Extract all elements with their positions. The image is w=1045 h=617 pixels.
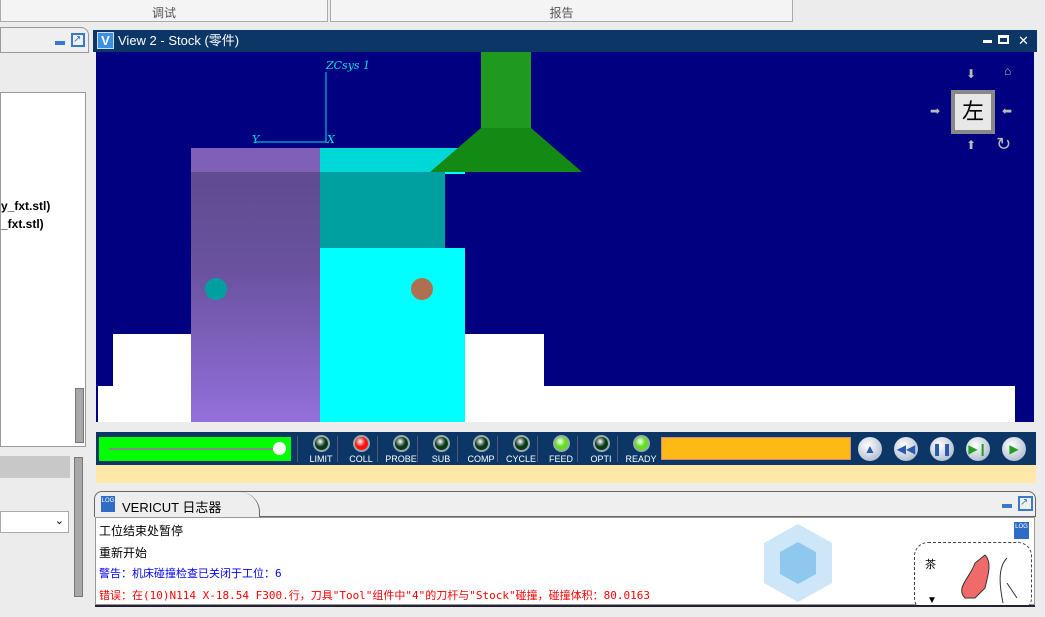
separator bbox=[497, 436, 498, 462]
indicator-light-icon bbox=[592, 435, 610, 452]
separator bbox=[537, 436, 538, 462]
arrow-up-icon[interactable]: ⬆ bbox=[966, 138, 976, 152]
indicator-opti: OPTI bbox=[581, 435, 621, 464]
separator bbox=[337, 436, 338, 462]
step-button[interactable]: ▶❙ bbox=[966, 437, 990, 461]
indicator-comp: COMP bbox=[461, 435, 501, 464]
indicator-sub: SUB bbox=[421, 435, 461, 464]
indicator-light-icon bbox=[552, 435, 570, 452]
indicator-light-icon bbox=[352, 435, 370, 452]
simulation-control-bar: LIMIT COLL PROBE SUB COMP CYCLE FEED OPTI READY … bbox=[96, 432, 1036, 465]
separator bbox=[457, 436, 458, 462]
indicator-label: READY bbox=[625, 454, 657, 464]
axis-label: ZCsys 1 bbox=[325, 59, 370, 72]
indicator-cycle: CYCLE bbox=[501, 435, 541, 464]
scrollbar[interactable] bbox=[75, 388, 84, 443]
separator bbox=[417, 436, 418, 462]
maximize-icon[interactable] bbox=[998, 35, 1009, 44]
home-icon[interactable]: ⌂ bbox=[1004, 64, 1011, 78]
tree-item[interactable]: y_fxt.stl) bbox=[1, 199, 50, 213]
log-line: 警告：机床碰撞检查已关闭于工位：6 bbox=[99, 567, 282, 580]
coordinate-system bbox=[256, 72, 327, 143]
indicator-light-icon bbox=[432, 435, 450, 452]
log-panel-header: LOG VERICUT 日志器 ↗ bbox=[94, 491, 1036, 517]
indicator-label: COMP bbox=[467, 454, 495, 464]
minimize-icon[interactable] bbox=[983, 40, 992, 43]
rotate-icon[interactable]: ↻ bbox=[996, 134, 1011, 155]
indicator-label: SUB bbox=[431, 454, 451, 464]
indicator-label: CYCLE bbox=[505, 454, 536, 464]
axis-y-label: Y bbox=[252, 133, 261, 146]
indicator-label: PROBE bbox=[385, 454, 417, 464]
slider-handle[interactable] bbox=[273, 442, 286, 455]
section-header bbox=[0, 456, 70, 478]
progress-bar bbox=[661, 437, 851, 460]
scrollbar[interactable] bbox=[74, 457, 83, 597]
view-titlebar: V View 2 - Stock (零件) ✕ bbox=[93, 30, 1037, 52]
tab-report[interactable]: 报告 bbox=[330, 0, 793, 22]
indicator-probe: PROBE bbox=[381, 435, 421, 464]
arrow-left-icon[interactable]: ⬅ bbox=[1002, 104, 1012, 118]
tree-item[interactable]: _fxt.stl) bbox=[1, 217, 44, 231]
cutting-tool bbox=[430, 52, 582, 172]
separator bbox=[617, 436, 618, 462]
svg-text:茶: 茶 bbox=[925, 558, 936, 571]
project-tree: y_fxt.stl) _fxt.stl) bbox=[0, 92, 86, 447]
indicator-feed: FEED bbox=[541, 435, 581, 464]
log-tab-label: VERICUT 日志器 bbox=[122, 500, 222, 515]
view-title: View 2 - Stock (零件) bbox=[118, 33, 240, 48]
separator bbox=[297, 436, 298, 462]
indicator-limit: LIMIT bbox=[301, 435, 341, 464]
indicator-label: LIMIT bbox=[309, 454, 333, 464]
left-panel-header: ↗ bbox=[0, 27, 89, 53]
float-icon[interactable]: ↗ bbox=[71, 33, 85, 47]
log-line: 错误：在(10)N114 X-18.54 F300.行，刀具"Tool"组件中"… bbox=[99, 588, 651, 602]
view-cube[interactable]: 左 bbox=[951, 90, 995, 134]
indicator-label: FEED bbox=[548, 454, 573, 464]
arrow-down-icon[interactable]: ⬇ bbox=[966, 67, 976, 81]
separator bbox=[377, 436, 378, 462]
indicator-label: COLL bbox=[349, 454, 373, 464]
bottom-divider bbox=[95, 605, 1035, 617]
indicator-light-icon bbox=[512, 435, 530, 452]
arrow-right-icon[interactable]: ➡ bbox=[930, 104, 940, 118]
indicator-light-icon bbox=[632, 435, 650, 452]
indicator-coll: COLL bbox=[341, 435, 381, 464]
indicator-ready: READY bbox=[621, 435, 661, 464]
play-button[interactable]: ▶ bbox=[1002, 437, 1026, 461]
vericut-logo-icon: V bbox=[97, 32, 114, 49]
log-output: 工位结束处暂停 重新开始警告：机床碰撞检查已关闭于工位：6 错误：在(10)N114… bbox=[95, 517, 1035, 612]
property-dropdown[interactable]: ⌄ bbox=[0, 511, 69, 533]
indicator-light-icon bbox=[392, 435, 410, 452]
3d-viewport[interactable]: ZCsys 1 Y X 左 ⬇ ⬆ ➡ ⬅ ⌂ ↻ bbox=[96, 52, 1034, 422]
axis-x-label: X bbox=[326, 133, 336, 146]
tab-debug[interactable]: 调试 bbox=[0, 0, 328, 22]
indicator-light-icon bbox=[312, 435, 330, 452]
vericut-watermark-icon bbox=[764, 524, 832, 602]
status-strip bbox=[96, 465, 1036, 483]
minimize-icon[interactable] bbox=[55, 41, 65, 45]
indicator-light-icon bbox=[472, 435, 490, 452]
float-icon[interactable]: ↗ bbox=[1018, 496, 1033, 511]
log-line: 工位结束处暂停 bbox=[99, 524, 184, 538]
pause-button[interactable]: ❚❚ bbox=[930, 437, 954, 461]
indicator-label: OPTI bbox=[590, 454, 612, 464]
close-icon[interactable]: ✕ bbox=[1018, 30, 1029, 51]
log-line: 重新开始 bbox=[99, 545, 148, 560]
eject-button[interactable]: ▲ bbox=[858, 437, 882, 461]
minimize-icon[interactable] bbox=[1002, 504, 1012, 508]
separator bbox=[577, 436, 578, 462]
stock-part bbox=[191, 148, 465, 422]
speed-slider[interactable] bbox=[99, 437, 291, 461]
log-icon: LOG bbox=[101, 496, 115, 512]
rewind-button[interactable]: ◀◀ bbox=[894, 437, 918, 461]
log-icon[interactable]: LOG bbox=[1014, 522, 1029, 539]
sticker-image: 茶 ▼ bbox=[914, 542, 1032, 612]
tab-log[interactable]: LOG VERICUT 日志器 bbox=[95, 492, 260, 517]
